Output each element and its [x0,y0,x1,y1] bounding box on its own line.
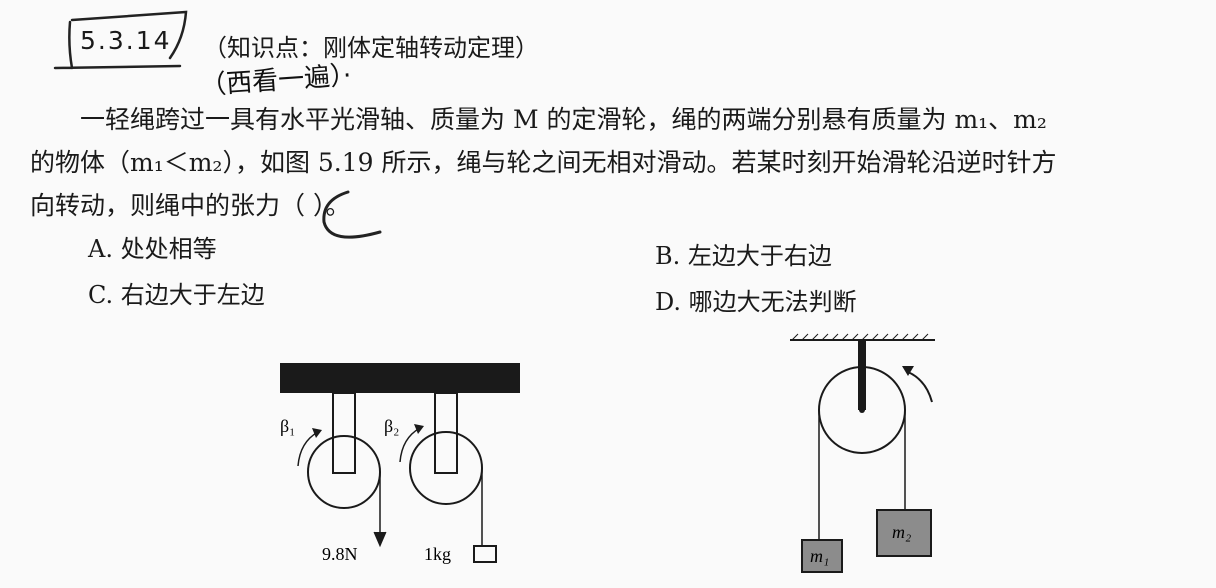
figure-right: m₁ m₂ [790,333,935,573]
axle-support [858,340,866,410]
m1-label: m₁ [810,546,829,566]
m2-label: m₂ [892,522,911,542]
rotation-arrow [907,371,933,403]
pulley-axle [859,407,865,413]
